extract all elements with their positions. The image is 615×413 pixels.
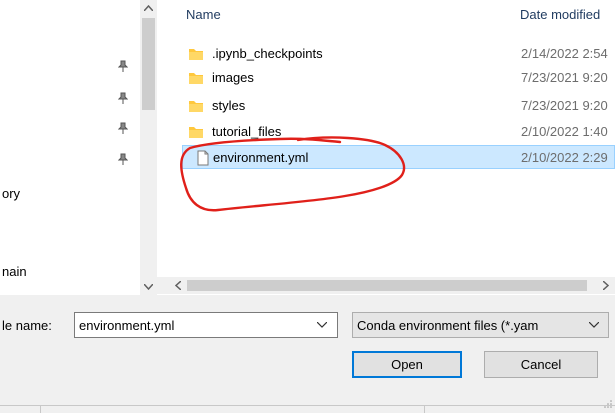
file-name: styles: [212, 98, 246, 113]
nav-item-label[interactable]: ory: [2, 186, 20, 201]
file-type-value: Conda environment files (*.yam: [357, 318, 539, 333]
pin-icon: [118, 60, 128, 72]
file-name-input[interactable]: environment.yml: [74, 312, 338, 338]
open-button[interactable]: Open: [352, 351, 462, 378]
pin-icon: [118, 153, 128, 165]
file-row[interactable]: .ipynb_checkpoints 2/14/2022 2:54: [182, 42, 615, 66]
folder-icon: [189, 73, 203, 84]
navigation-pane: ory nain: [0, 0, 140, 290]
file-date: 2/14/2022 2:54: [521, 46, 608, 61]
nav-item-label[interactable]: nain: [2, 264, 27, 279]
scroll-up-arrow-icon[interactable]: [144, 5, 153, 11]
file-name-label: le name:: [2, 318, 52, 333]
resize-grip-icon[interactable]: [604, 399, 613, 408]
chevron-down-icon[interactable]: [589, 322, 599, 328]
folder-icon: [189, 101, 203, 112]
status-bar-segment: [40, 405, 425, 413]
scroll-right-arrow-icon[interactable]: [603, 281, 609, 290]
pin-icon: [118, 122, 128, 134]
cancel-button[interactable]: Cancel: [484, 351, 598, 378]
column-header-name[interactable]: Name: [186, 7, 221, 22]
file-name: images: [212, 70, 254, 85]
folder-icon: [189, 49, 203, 60]
file-row[interactable]: images 7/23/2021 9:20: [182, 66, 615, 90]
pin-icon: [118, 92, 128, 104]
file-name: .ipynb_checkpoints: [212, 46, 323, 61]
file-date: 7/23/2021 9:20: [521, 70, 608, 85]
nav-scrollbar-thumb[interactable]: [142, 18, 155, 110]
dialog-bottom-panel: le name: environment.yml Conda environme…: [0, 295, 615, 413]
chevron-down-icon[interactable]: [317, 322, 327, 328]
file-name-value: environment.yml: [79, 318, 175, 333]
file-date: 7/23/2021 9:20: [521, 98, 608, 113]
red-circle-annotation: [180, 136, 406, 212]
file-row[interactable]: styles 7/23/2021 9:20: [182, 94, 615, 118]
hscrollbar-thumb[interactable]: [187, 280, 587, 291]
scroll-down-arrow-icon[interactable]: [144, 284, 153, 290]
file-type-select[interactable]: Conda environment files (*.yam: [352, 312, 609, 338]
file-date: 2/10/2022 2:29: [521, 150, 608, 165]
scroll-left-arrow-icon[interactable]: [175, 281, 181, 290]
file-date: 2/10/2022 1:40: [521, 124, 608, 139]
column-header-date[interactable]: Date modified: [520, 7, 600, 22]
